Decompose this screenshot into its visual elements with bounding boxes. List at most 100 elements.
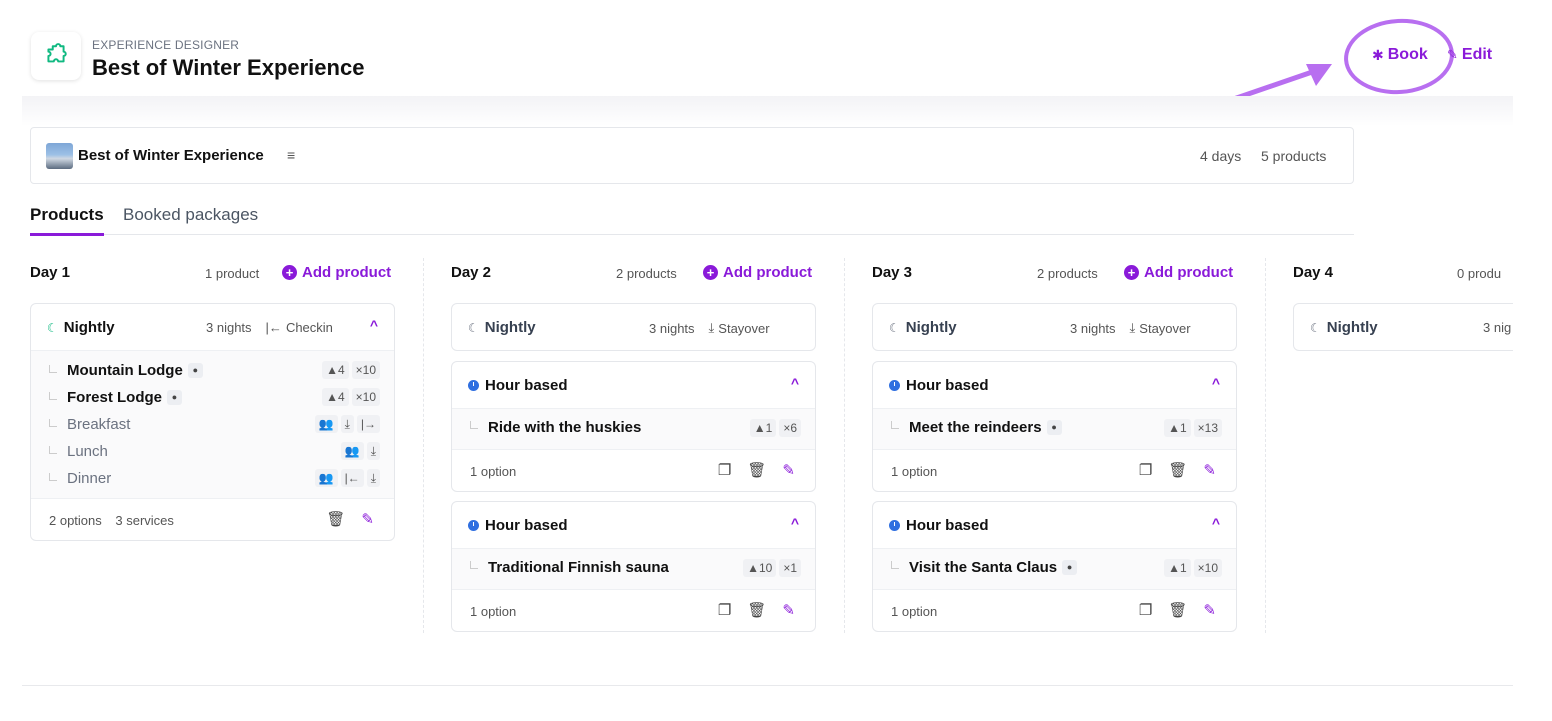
package-product-count: 5 products bbox=[1261, 148, 1327, 164]
pencil-icon: ✎ bbox=[1447, 47, 1458, 62]
puzzle-icon: ✱ bbox=[1372, 46, 1384, 63]
tab-booked-packages[interactable]: Booked packages bbox=[123, 205, 258, 225]
list-item[interactable]: Forest Lodge ● ▲4 ×10 bbox=[31, 384, 394, 411]
pencil-icon[interactable]: ✎ bbox=[782, 601, 795, 619]
tab-products[interactable]: Products bbox=[30, 205, 104, 236]
quantity-chip: ×6 bbox=[779, 419, 801, 437]
moon-icon: ☾ bbox=[1310, 320, 1321, 335]
card-footer: 1 option ❐ 🗑 ✎ bbox=[452, 449, 815, 491]
list-item[interactable]: Meet the reindeers ● ▲1 ×13 bbox=[873, 409, 1236, 449]
guests-chip: ▲1 bbox=[1164, 419, 1191, 437]
add-product-button[interactable]: + Add product bbox=[1124, 264, 1233, 281]
hour-based-product-card: Hour based ^ Traditional Finnish sauna ▲… bbox=[451, 501, 816, 632]
tree-connector bbox=[470, 421, 478, 429]
page-header: EXPERIENCE DESIGNER Best of Winter Exper… bbox=[0, 0, 1552, 117]
download-icon: ⤓ bbox=[708, 320, 715, 335]
copy-icon[interactable]: ❐ bbox=[1139, 461, 1152, 479]
day-product-count: 0 produ bbox=[1457, 266, 1502, 281]
day-product-count: 2 products bbox=[1037, 266, 1098, 281]
edit-button[interactable]: ✎ Edit bbox=[1447, 46, 1492, 64]
plus-icon: + bbox=[282, 265, 297, 280]
trash-icon[interactable]: 🗑 bbox=[1168, 461, 1187, 479]
group-icon: 👥 bbox=[314, 469, 338, 487]
chevron-up-icon[interactable]: ^ bbox=[1212, 375, 1220, 391]
copy-icon[interactable]: ❐ bbox=[718, 601, 731, 619]
day-product-count: 1 product bbox=[205, 266, 260, 281]
tree-connector bbox=[470, 561, 478, 569]
chevron-up-icon[interactable]: ^ bbox=[791, 515, 799, 531]
tree-connector bbox=[49, 392, 57, 400]
chevron-up-icon[interactable]: ^ bbox=[791, 375, 799, 391]
list-item[interactable]: Visit the Santa Claus ● ▲1 ×10 bbox=[873, 549, 1236, 589]
day-header: Day 1 1 product + Add product bbox=[30, 262, 423, 286]
card-footer: 2 options 3 services 🗑 ✎ bbox=[31, 498, 394, 540]
list-item[interactable]: Traditional Finnish sauna ▲10 ×1 bbox=[452, 549, 815, 589]
info-icon: ● bbox=[1046, 420, 1062, 435]
download-icon: ⤓ bbox=[340, 415, 354, 433]
services-count: 3 services bbox=[115, 513, 174, 528]
quantity-chip: ×10 bbox=[351, 388, 380, 406]
hour-based-product-card: Hour based ^ Meet the reindeers ● ▲1 ×13 … bbox=[872, 361, 1237, 492]
list-item[interactable]: Mountain Lodge ● ▲4 ×10 bbox=[31, 357, 394, 384]
chevron-up-icon[interactable]: ^ bbox=[1212, 515, 1220, 531]
day-header: Day 2 2 products + Add product bbox=[451, 262, 844, 286]
pencil-icon[interactable]: ✎ bbox=[1203, 601, 1216, 619]
package-summary-bar: Best of Winter Experience ≡ 4 days 5 pro… bbox=[30, 127, 1354, 184]
trash-icon[interactable]: 🗑 bbox=[1168, 601, 1187, 619]
day-title: Day 2 bbox=[451, 264, 492, 281]
tree-connector bbox=[49, 365, 57, 373]
moon-icon: ☾ bbox=[889, 320, 900, 335]
pencil-icon[interactable]: ✎ bbox=[361, 510, 374, 528]
card-title: ☾ Nightly bbox=[47, 319, 115, 336]
trash-icon[interactable]: 🗑 bbox=[747, 601, 766, 619]
chevron-up-icon[interactable]: ^ bbox=[370, 317, 378, 333]
list-item[interactable]: Dinner 👥 |← ⤓ bbox=[31, 465, 394, 492]
trash-icon[interactable]: 🗑 bbox=[747, 461, 766, 479]
list-item[interactable]: Ride with the huskies ▲1 ×6 bbox=[452, 409, 815, 449]
add-product-button[interactable]: + Add product bbox=[282, 264, 391, 281]
list-item[interactable]: Lunch 👥 ⤓ bbox=[31, 438, 394, 465]
day-column-1: Day 1 1 product + Add product ☾ Nightly … bbox=[30, 258, 424, 633]
tree-connector bbox=[49, 446, 57, 454]
add-product-button[interactable]: + Add product bbox=[703, 264, 812, 281]
quantity-chip: ×10 bbox=[351, 361, 380, 379]
page-eyebrow: EXPERIENCE DESIGNER bbox=[92, 38, 240, 52]
day-title: Day 1 bbox=[30, 264, 71, 281]
guests-chip: ▲1 bbox=[749, 419, 777, 437]
checkin-icon: |← bbox=[340, 469, 364, 487]
checkout-icon: |→ bbox=[356, 415, 380, 433]
options-count: 1 option bbox=[470, 464, 517, 479]
clock-icon bbox=[468, 520, 479, 531]
pencil-icon[interactable]: ✎ bbox=[1203, 461, 1216, 479]
description-menu-icon[interactable]: ≡ bbox=[287, 147, 295, 163]
list-item[interactable]: Breakfast 👥 ⤓ |→ bbox=[31, 411, 394, 438]
options-count: 1 option bbox=[891, 604, 938, 619]
tree-connector bbox=[891, 421, 899, 429]
copy-icon[interactable]: ❐ bbox=[1139, 601, 1152, 619]
day-column-4: Day 4 0 produ ☾ Nightly 3 nig bbox=[1293, 258, 1513, 633]
options-count: 2 options bbox=[49, 513, 102, 528]
moon-icon: ☾ bbox=[468, 320, 479, 335]
card-header[interactable]: ☾ Nightly 3 nights |← Checkin ^ bbox=[31, 304, 394, 350]
options-count: 1 option bbox=[891, 464, 938, 479]
card-footer: 1 option ❐ 🗑 ✎ bbox=[452, 589, 815, 631]
tree-connector bbox=[49, 419, 57, 427]
edit-button-label: Edit bbox=[1461, 46, 1493, 63]
nightly-product-card[interactable]: ☾ Nightly 3 nig bbox=[1293, 303, 1513, 351]
card-footer: 1 option ❐ 🗑 ✎ bbox=[873, 589, 1236, 631]
package-days: 4 days bbox=[1200, 148, 1242, 164]
header-shadow bbox=[22, 96, 1513, 126]
pencil-icon[interactable]: ✎ bbox=[782, 461, 795, 479]
hour-based-product-card: Hour based ^ Ride with the huskies ▲1 ×6… bbox=[451, 361, 816, 492]
moon-icon: ☾ bbox=[47, 320, 58, 335]
book-button[interactable]: ✱ Book bbox=[1372, 46, 1428, 64]
copy-icon[interactable]: ❐ bbox=[718, 461, 731, 479]
package-thumbnail bbox=[46, 143, 73, 169]
nightly-product-card[interactable]: ☾ Nightly 3 nights ⤓ Stayover bbox=[872, 303, 1237, 351]
puzzle-icon bbox=[47, 43, 67, 63]
nightly-product-card[interactable]: ☾ Nightly 3 nights ⤓ Stayover bbox=[451, 303, 816, 351]
card-items: Mountain Lodge ● ▲4 ×10 Forest Lodge ● ▲4 … bbox=[31, 350, 394, 498]
plus-icon: + bbox=[703, 265, 718, 280]
quantity-chip: ×10 bbox=[1193, 559, 1222, 577]
trash-icon[interactable]: 🗑 bbox=[326, 510, 345, 528]
